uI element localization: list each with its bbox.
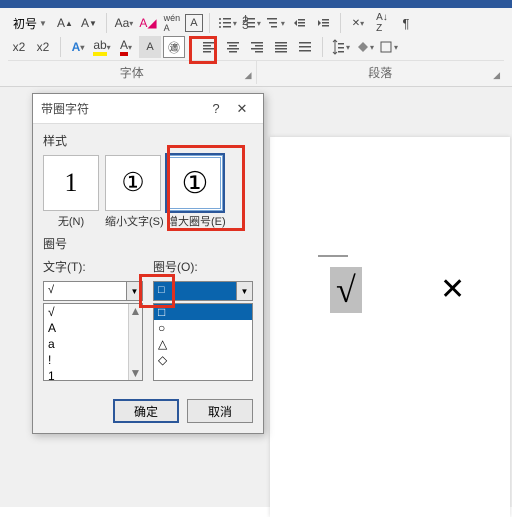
text-effects-button[interactable]: A▾ (67, 36, 89, 58)
doc-check-symbol[interactable]: √ (330, 267, 362, 313)
line-spacing-button[interactable]: ▾ (329, 36, 351, 58)
cursor-mark (318, 255, 348, 257)
numbering-button[interactable]: 123▾ (240, 12, 262, 34)
list-item[interactable]: ◇ (154, 352, 252, 368)
show-marks-button[interactable]: ¶ (395, 12, 417, 34)
style-label: 样式 (43, 132, 253, 149)
document-page[interactable]: √ ✕ (270, 137, 510, 517)
enclosure-field-label: 圈号(O): (153, 258, 253, 275)
phonetic-guide-button[interactable]: wénA (161, 12, 183, 34)
enclosure-listbox[interactable]: □ ○ △ ◇ (153, 303, 253, 381)
text-combo[interactable]: √ ▼ (43, 281, 143, 301)
sort-button[interactable]: A↓Z (371, 12, 393, 34)
shading-button[interactable]: ▾ (353, 36, 375, 58)
align-distribute-button[interactable] (294, 36, 316, 58)
superscript-button[interactable]: x2 (32, 36, 54, 58)
enclosure-value: □ (153, 281, 237, 301)
subscript-button[interactable]: x2 (8, 36, 30, 58)
style-none[interactable]: 1 无(N) (43, 155, 99, 229)
ok-button[interactable]: 确定 (113, 399, 179, 423)
style-none-preview: 1 (43, 155, 99, 211)
enclosure-label: 圈号 (43, 235, 253, 252)
multilevel-list-button[interactable]: ▾ (264, 12, 286, 34)
list-item[interactable]: △ (154, 336, 252, 352)
document-area: √ ✕ 带圈字符 ? ✕ 样式 1 无(N) ① 缩小文字(S) ① 增大圈 (0, 87, 512, 507)
enclose-char-dialog: 带圈字符 ? ✕ 样式 1 无(N) ① 缩小文字(S) ① 增大圈号(E) (32, 93, 264, 434)
text-value: √ (43, 281, 127, 301)
dialog-titlebar[interactable]: 带圈字符 ? ✕ (33, 94, 263, 124)
group-font: 字体◢ (8, 61, 256, 84)
chevron-down-icon: ▼ (237, 281, 253, 301)
list-item[interactable]: □ (154, 304, 252, 320)
enclose-char-button[interactable]: ㊜ (163, 36, 185, 58)
decrease-indent-button[interactable] (288, 12, 310, 34)
style-enlarge-caption: 增大圈号(E) (167, 213, 223, 229)
style-shrink-preview: ① (105, 155, 161, 211)
paragraph-launcher-icon[interactable]: ◢ (493, 70, 500, 81)
scrollbar[interactable]: ▲▼ (128, 304, 142, 380)
dialog-title: 带圈字符 (41, 100, 203, 117)
align-center-button[interactable] (222, 36, 244, 58)
ribbon: 初号▼ A▲ A▼ Aa▾ A◢ wénA A ▾ 123▾ ▾ ✕▾ A↓Z … (0, 8, 512, 87)
char-border-button[interactable]: A (185, 14, 203, 32)
cancel-button[interactable]: 取消 (187, 399, 253, 423)
font-launcher-icon[interactable]: ◢ (245, 70, 252, 81)
style-enlarge[interactable]: ① 增大圈号(E) (167, 155, 223, 229)
style-shrink[interactable]: ① 缩小文字(S) (105, 155, 161, 229)
clear-format-button[interactable]: A◢ (137, 12, 159, 34)
chevron-down-icon: ▼ (39, 19, 47, 28)
style-none-caption: 无(N) (43, 213, 99, 229)
help-button[interactable]: ? (203, 101, 229, 116)
grow-font-button[interactable]: A▲ (54, 12, 76, 34)
bullets-button[interactable]: ▾ (216, 12, 238, 34)
font-size-combo[interactable]: 初号▼ (8, 13, 52, 34)
font-size-value: 初号 (13, 15, 37, 32)
close-button[interactable]: ✕ (229, 101, 255, 117)
increase-indent-button[interactable] (312, 12, 334, 34)
borders-button[interactable]: ▾ (377, 36, 399, 58)
shrink-font-button[interactable]: A▼ (78, 12, 100, 34)
align-left-button[interactable] (198, 36, 220, 58)
align-right-button[interactable] (246, 36, 268, 58)
list-item[interactable]: ○ (154, 320, 252, 336)
font-color-button[interactable]: A▾ (115, 36, 137, 58)
style-enlarge-preview: ① (167, 155, 223, 211)
app-titlebar (0, 0, 512, 8)
enclosure-combo[interactable]: □ ▼ (153, 281, 253, 301)
change-case-button[interactable]: Aa▾ (113, 12, 135, 34)
asian-layout-button[interactable]: ✕▾ (347, 12, 369, 34)
style-shrink-caption: 缩小文字(S) (105, 213, 161, 229)
group-paragraph: 段落◢ (256, 61, 505, 84)
chevron-down-icon: ▼ (127, 281, 143, 301)
char-shading-button[interactable]: A (139, 36, 161, 58)
align-justify-button[interactable] (270, 36, 292, 58)
svg-text:3: 3 (242, 18, 249, 31)
text-field-label: 文字(T): (43, 258, 143, 275)
highlight-button[interactable]: ab▾ (91, 36, 113, 58)
text-listbox[interactable]: √ A a ! 1 ▲▼ (43, 303, 143, 381)
doc-x-symbol[interactable]: ✕ (440, 272, 465, 307)
